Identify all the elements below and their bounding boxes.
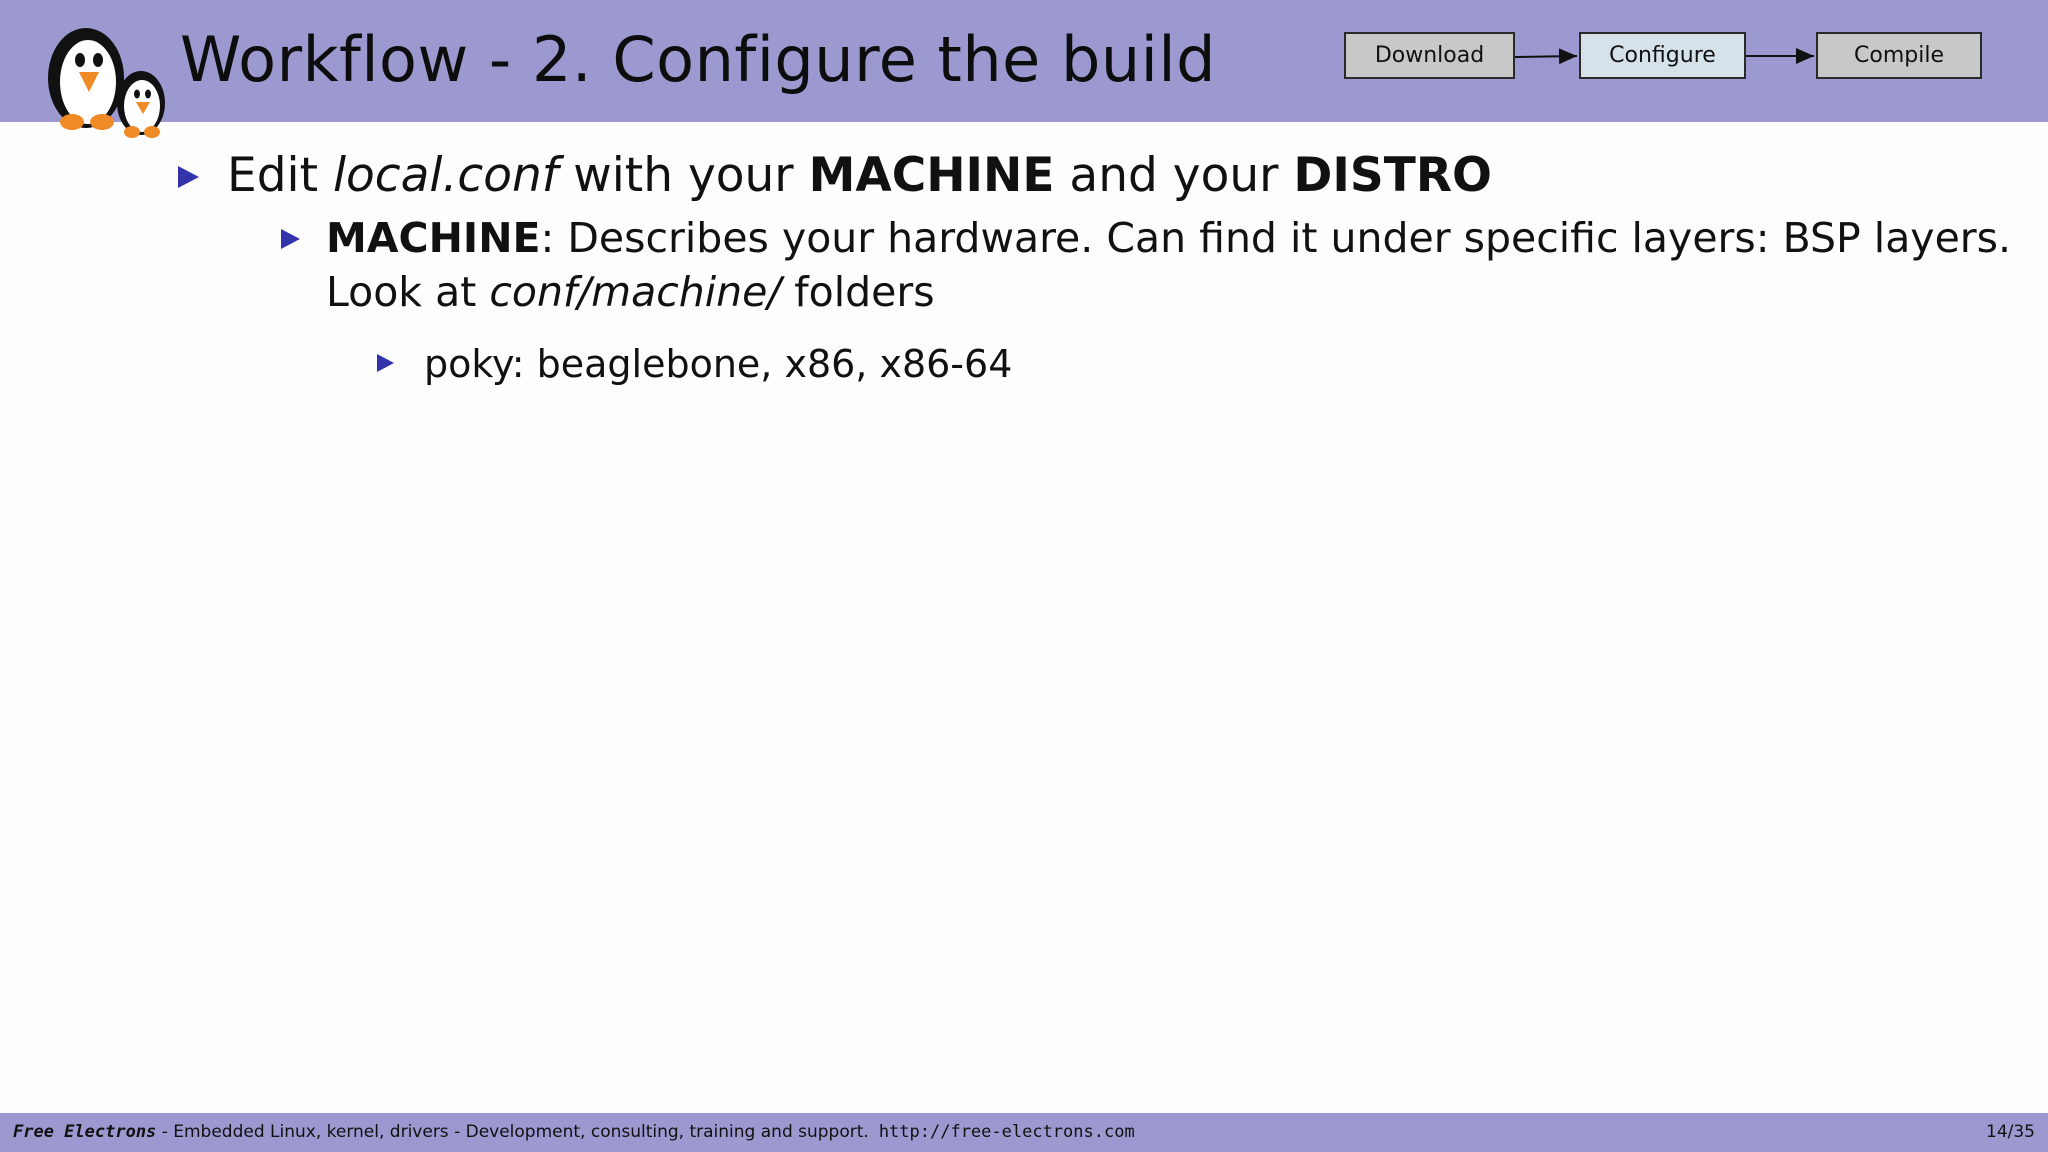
bullet-edit-local-conf: Edit local.conf with your MACHINE and yo… (227, 146, 1492, 206)
text-edit: Edit (227, 148, 333, 203)
machine-description-text: : Describes your hardware. Can find it u… (540, 214, 2012, 262)
bullet-poky-machines: poky: beaglebone, x86, x86-64 (424, 342, 1013, 386)
footer-bar: Free Electrons - Embedded Linux, kernel,… (0, 1113, 2048, 1152)
text-local-conf: local.conf (332, 148, 559, 203)
triangle-bullet-icon (178, 166, 199, 188)
triangle-bullet-icon (281, 229, 300, 249)
arrow-right-icon (1514, 48, 1578, 65)
workflow-step-compile: Compile (1816, 32, 1982, 79)
bullet-machine-description: MACHINE: Describes your hardware. Can fi… (326, 212, 2011, 264)
text-and-your: and your (1054, 148, 1294, 203)
footer-info: Free Electrons - Embedded Linux, kernel,… (13, 1113, 1135, 1152)
keyword-machine: MACHINE (808, 148, 1055, 203)
text-folders: folders (781, 268, 935, 316)
header-bar: Workflow - 2. Configure the build Downlo… (0, 0, 2048, 122)
footer-url: http://free-electrons.com (878, 1122, 1135, 1142)
keyword-distro: DISTRO (1293, 148, 1492, 203)
triangle-bullet-icon (377, 354, 394, 372)
workflow-step-configure: Configure (1579, 32, 1746, 79)
text-with-your: with your (558, 148, 809, 203)
brand-name: Free Electrons (13, 1122, 157, 1142)
text-look-at: Look at (326, 268, 490, 316)
path-conf-machine: conf/machine/ (489, 268, 782, 316)
keyword-machine-heading: MACHINE (326, 214, 541, 262)
slide-title: Workflow - 2. Configure the build (180, 23, 1216, 96)
footer-tagline: - Embedded Linux, kernel, drivers - Deve… (156, 1122, 869, 1142)
page-number: 14/35 (1986, 1122, 2035, 1142)
workflow-step-download: Download (1344, 32, 1515, 79)
bullet-machine-description-cont: Look at conf/machine/ folders (326, 266, 935, 318)
penguin-logo-icon (48, 28, 165, 138)
